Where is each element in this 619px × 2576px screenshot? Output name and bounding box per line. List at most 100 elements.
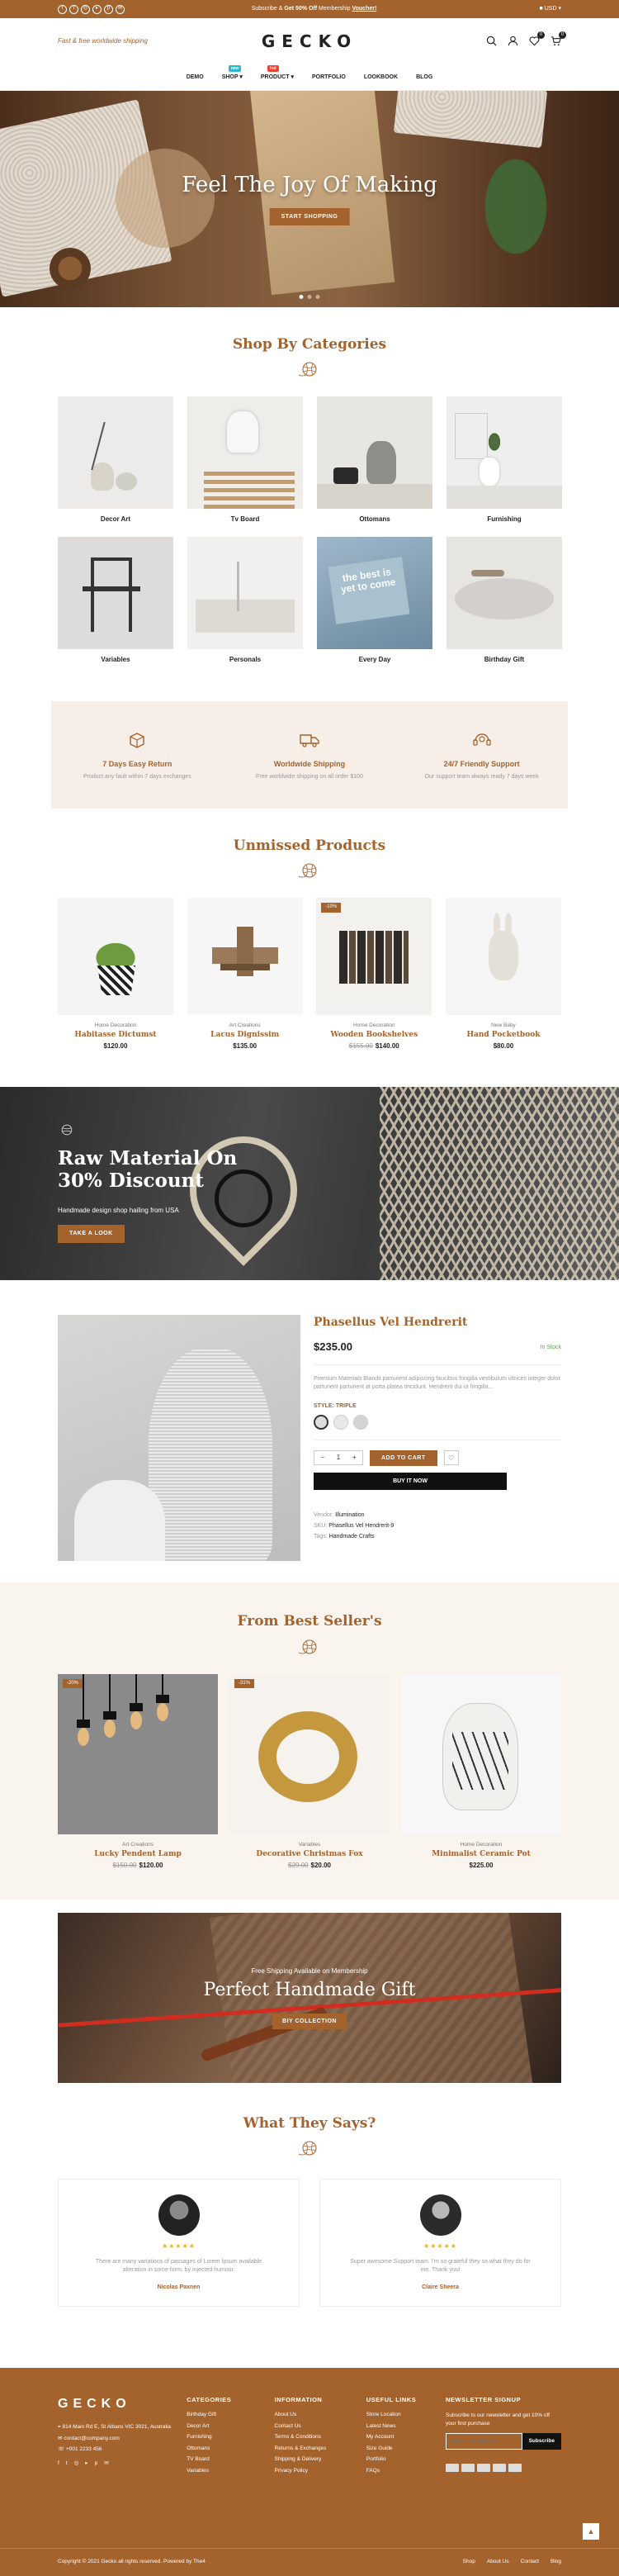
footer-link[interactable]: Variables	[187, 2468, 261, 2474]
back-to-top-button[interactable]: ▲	[583, 2522, 599, 2540]
nav-product[interactable]: hot PRODUCT ▾	[261, 64, 294, 81]
wishlist-icon[interactable]: 0	[528, 31, 545, 47]
facebook-icon[interactable]: f	[58, 2460, 59, 2467]
nav-demo[interactable]: DEMO	[187, 74, 204, 81]
mail-icon[interactable]: ✉	[116, 4, 125, 14]
product-image	[187, 897, 303, 1015]
pinterest-icon[interactable]: p	[104, 4, 113, 14]
take-a-look-button[interactable]: TAKE A LOOK	[58, 1225, 125, 1243]
subscribe-button[interactable]: Subscribe	[522, 2432, 561, 2450]
featured-product-image[interactable]	[58, 1315, 300, 1562]
account-icon[interactable]	[507, 36, 518, 47]
footer-link[interactable]: Contact Us	[275, 2423, 353, 2430]
style-swatch[interactable]	[333, 1414, 348, 1430]
search-icon[interactable]	[485, 36, 497, 47]
cart-icon[interactable]: 0	[550, 31, 566, 47]
footer-bottom-link[interactable]: Shop	[463, 2559, 475, 2565]
category-image: the best is yet to come	[317, 537, 432, 650]
youtube-icon[interactable]: ▸	[85, 2460, 87, 2467]
star-rating: ★★★★★	[162, 2242, 196, 2251]
minus-button[interactable]: −	[320, 1454, 324, 1462]
slider-dot[interactable]	[299, 295, 304, 299]
category-furnishing[interactable]: Furnishing	[447, 396, 562, 524]
instagram-icon[interactable]: ◎	[81, 4, 90, 14]
footer-logo[interactable]: GECKO	[58, 2396, 173, 2413]
product-card[interactable]: Home Decoration Minimalist Ceramic Pot $…	[401, 1673, 561, 1871]
style-swatch[interactable]	[314, 1414, 328, 1430]
footer-bottom-link[interactable]: About Us	[487, 2559, 509, 2565]
logo[interactable]: GECKO	[262, 31, 357, 52]
footer-link[interactable]: Portfolio	[366, 2456, 432, 2463]
footer-link[interactable]: Furnishing	[187, 2434, 261, 2441]
footer-link[interactable]: About Us	[275, 2412, 353, 2418]
nav-shop[interactable]: new SHOP ▾	[222, 64, 243, 81]
twitter-icon[interactable]: t	[69, 4, 78, 14]
chevron-down-icon: ▾	[239, 74, 243, 80]
product-card[interactable]: -20% Art Creations Lucky Pendent Lamp $1…	[58, 1673, 218, 1871]
currency-selector[interactable]: ■ USD ▾	[503, 5, 561, 12]
category-image	[187, 396, 303, 510]
category-ottomans[interactable]: Ottomans	[317, 396, 432, 524]
newsletter-email-input[interactable]	[446, 2432, 522, 2450]
pinterest-icon[interactable]: p	[95, 2460, 98, 2467]
footer-link[interactable]: FAQs	[366, 2468, 432, 2474]
product-image: -10%	[316, 897, 432, 1015]
product-card[interactable]: New Baby Hand Pocketbook $80.00	[445, 897, 561, 1051]
footer-link[interactable]: Size Guide	[366, 2446, 432, 2452]
footer-link[interactable]: Shipping & Delivery	[275, 2456, 353, 2463]
category-decor-art[interactable]: Decor Art	[58, 396, 173, 524]
copyright-bar: Copyright © 2021 Gecko all rights reserv…	[0, 2547, 619, 2576]
plus-button[interactable]: +	[352, 1454, 357, 1462]
add-to-cart-button[interactable]: ADD TO CART	[370, 1449, 437, 1466]
footer-phone[interactable]: ☏ +001 2233 456	[58, 2446, 173, 2453]
instagram-icon[interactable]: ◎	[74, 2460, 79, 2467]
category-tv-board[interactable]: Tv Board	[187, 396, 303, 524]
quantity-value[interactable]: 1	[337, 1454, 340, 1462]
footer-social-icons: f t ◎ ▸ p ✉	[58, 2460, 173, 2467]
category-birthday-gift[interactable]: Birthday Gift	[447, 537, 562, 664]
slider-dot[interactable]	[307, 295, 312, 299]
tag-link[interactable]: Handmade Crafts	[329, 1534, 375, 1539]
testimonial-author: Claire Sheera	[422, 2284, 459, 2290]
biy-collection-button[interactable]: BIY COLLECTION	[272, 2014, 347, 2030]
vendor-link[interactable]: Illumination	[335, 1512, 364, 1518]
product-card[interactable]: -10% Home Decoration Wooden Bookshelves …	[316, 897, 432, 1051]
footer-link[interactable]: Decor Art	[187, 2423, 261, 2430]
slider-dot[interactable]	[315, 295, 320, 299]
footer-link[interactable]: Store Location	[366, 2412, 432, 2418]
facebook-icon[interactable]: f	[58, 4, 67, 14]
product-card[interactable]: Art Creations Lacus Dignissim $135.00	[187, 897, 303, 1051]
style-swatch[interactable]	[353, 1414, 368, 1430]
footer-link[interactable]: Birthday Gift	[187, 2412, 261, 2418]
mail-icon[interactable]: ✉	[104, 2460, 108, 2467]
category-image	[58, 396, 173, 510]
product-card[interactable]: Home Decoration Habitasse Dictumst $120.…	[58, 897, 173, 1051]
footer-link[interactable]: TV Board	[187, 2456, 261, 2463]
footer-link[interactable]: Latest News	[366, 2423, 432, 2430]
start-shopping-button[interactable]: START SHOPPING	[269, 208, 350, 226]
category-every-day[interactable]: the best is yet to come Every Day	[317, 537, 432, 664]
footer-link[interactable]: Terms & Conditions	[275, 2434, 353, 2441]
buy-now-button[interactable]: BUY IT NOW	[314, 1472, 507, 1490]
banner-title: Raw Material On 30% Discount	[58, 1147, 238, 1192]
twitter-icon[interactable]: t	[66, 2460, 68, 2467]
wishlist-icon[interactable]: ♡	[443, 1450, 459, 1466]
nav-blog[interactable]: BLOG	[416, 74, 432, 81]
product-card[interactable]: -31% Variables Decorative Christmas Fox …	[229, 1673, 390, 1871]
footer-bottom-link[interactable]: Contact	[521, 2559, 539, 2565]
category-personals[interactable]: Personals	[187, 537, 303, 664]
footer-link[interactable]: Privacy Policy	[275, 2468, 353, 2474]
youtube-icon[interactable]: ▸	[92, 4, 102, 14]
footer-bottom-link[interactable]: Blog	[550, 2559, 561, 2565]
unmissed-title: Unmissed Products	[233, 837, 386, 854]
footer-link[interactable]: My Account	[366, 2434, 432, 2441]
category-variables[interactable]: Variables	[58, 537, 173, 664]
voucher-link[interactable]: Voucher!	[352, 6, 376, 12]
mastercard-icon	[461, 2463, 475, 2472]
footer-link[interactable]: Ottomans	[187, 2446, 261, 2452]
footer-email[interactable]: ✉ contact@company.com	[58, 2436, 173, 2442]
nav-portfolio[interactable]: PORTFOLIO	[312, 74, 346, 81]
feature-easy-return: 7 Days Easy Return Product any fault wit…	[71, 729, 203, 780]
footer-link[interactable]: Returns & Exchanges	[275, 2446, 353, 2452]
nav-lookbook[interactable]: LOOKBOOK	[364, 74, 398, 81]
